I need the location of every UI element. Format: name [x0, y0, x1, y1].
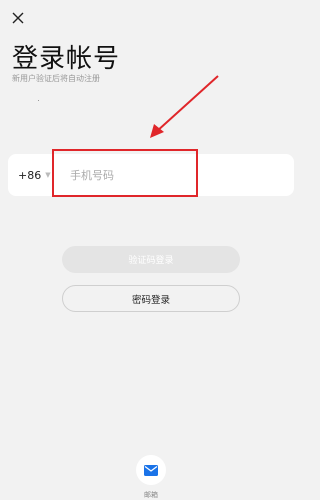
- close-icon: [12, 12, 24, 24]
- mail-icon: [144, 464, 158, 476]
- chevron-down-icon: ▼: [45, 171, 51, 179]
- close-button[interactable]: [10, 10, 26, 26]
- page-title: 登录帐号: [12, 44, 121, 74]
- sms-login-button[interactable]: 验证码登录: [62, 246, 240, 273]
- country-code-selector[interactable]: +86 ▼: [18, 154, 51, 196]
- email-login-label: 邮箱: [144, 491, 158, 499]
- phone-number-input[interactable]: [62, 154, 287, 196]
- annotation-arrow-icon: [150, 75, 219, 138]
- decorative-dot: [38, 100, 39, 101]
- email-login-button[interactable]: [136, 455, 166, 485]
- country-code: +86: [18, 168, 42, 182]
- page-subtitle: 新用户验证后将自动注册: [12, 74, 100, 83]
- password-login-button[interactable]: 密码登录: [62, 285, 240, 312]
- phone-input-row: +86 ▼: [8, 154, 294, 196]
